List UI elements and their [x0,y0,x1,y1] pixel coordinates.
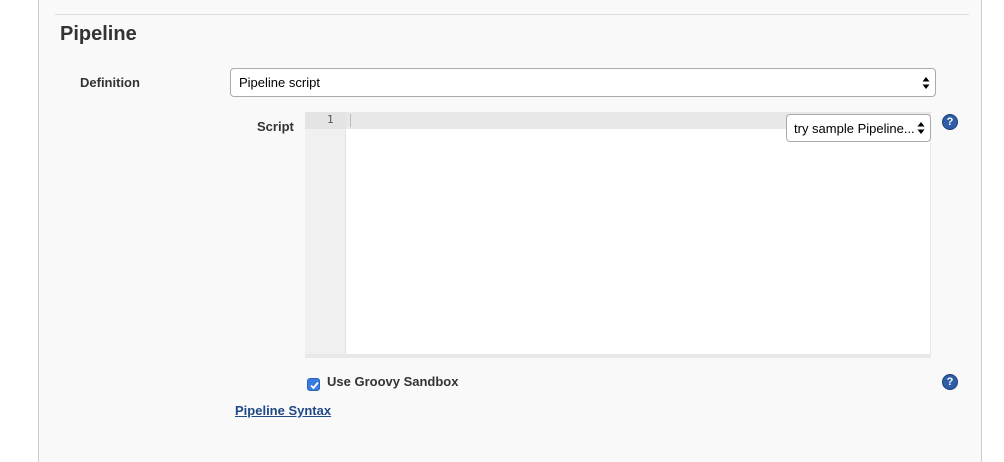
pipeline-syntax-link[interactable]: Pipeline Syntax [235,403,331,418]
definition-select-value: Pipeline script [239,75,320,90]
line-number: 1 [327,113,334,126]
line-number-gutter: 1 [305,112,346,354]
checkmark-icon [310,381,319,390]
groovy-sandbox-checkbox[interactable] [307,378,320,391]
section-divider [55,14,969,15]
text-cursor [350,114,351,127]
sample-pipeline-select-value: try sample Pipeline... [794,120,915,136]
groovy-sandbox-label[interactable]: Use Groovy Sandbox [327,374,458,389]
section-title: Pipeline [60,23,137,45]
script-help-icon[interactable]: ? [942,114,958,130]
definition-select[interactable]: Pipeline script [230,68,936,97]
script-label: Script [257,119,294,134]
select-arrows-icon [922,76,930,89]
sandbox-help-icon[interactable]: ? [942,374,958,390]
pipeline-config-panel: Pipeline Definition Pipeline script Scri… [38,0,982,462]
script-editor[interactable]: 1 [305,112,931,358]
select-arrows-icon [917,122,925,134]
definition-label: Definition [80,75,140,90]
sample-pipeline-select[interactable]: try sample Pipeline... [786,114,931,142]
